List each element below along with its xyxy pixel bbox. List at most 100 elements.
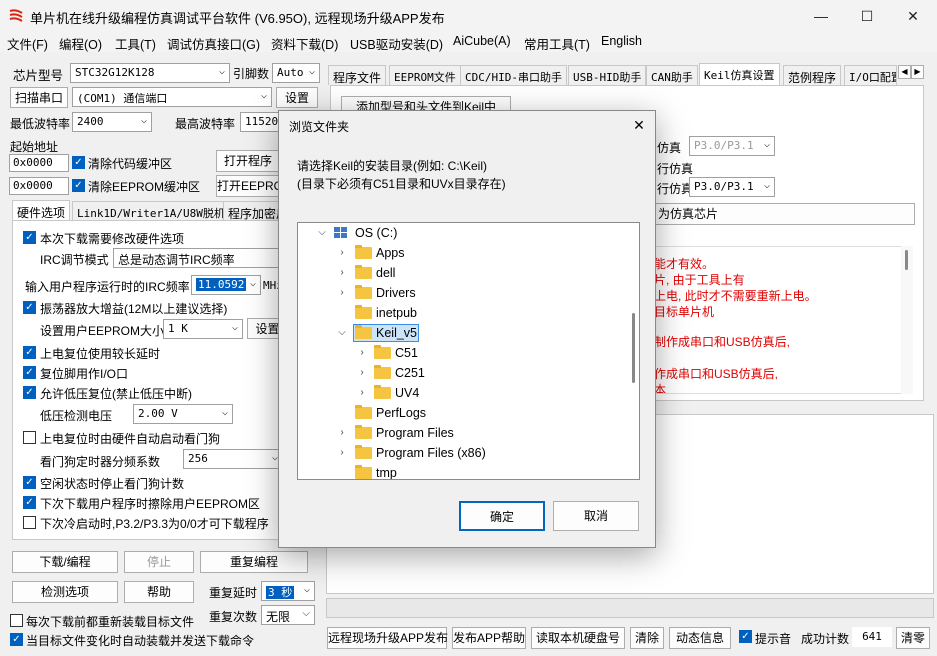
folder-tree[interactable]: ⌵ OS (C:) › Apps › dell › Drivers inetpu… [297,222,640,480]
publish-help-button[interactable]: 发布APP帮助 [452,627,526,649]
scan-port-button[interactable]: 扫描串口 [10,87,68,108]
clear-code-checkbox[interactable]: ✓ [72,156,85,169]
remote-publish-button[interactable]: 远程现场升级APP发布 [327,627,448,649]
tree-node-folder[interactable]: › dell [298,263,628,283]
osc-gain-checkbox[interactable]: ✓ [23,301,36,314]
reset-pin-io-checkbox[interactable]: ✓ [23,366,36,379]
dynamic-info-button[interactable]: 动态信息 [669,627,731,649]
reset-count-button[interactable]: 清零 [896,627,930,649]
repeat-program-button[interactable]: 重复编程 [200,551,308,573]
erase-eeprom-checkbox[interactable]: ✓ [23,496,36,509]
ok-button[interactable]: 确定 [459,501,545,531]
tab-scroll-right-icon[interactable]: ▶ [911,65,924,79]
clear-code-label: 清除代码缓冲区 [88,157,173,171]
open-eeprom-button[interactable]: 打开EEPRO [216,175,283,197]
tree-node-folder[interactable]: › Program Files [298,423,628,443]
close-button[interactable]: ✕ [890,0,936,32]
maximize-button[interactable]: ☐ [844,0,890,32]
long-reset-checkbox[interactable]: ✓ [23,346,36,359]
tab-examples[interactable]: 范例程序 [783,65,842,85]
minimize-button[interactable]: — [798,0,844,32]
tab-usb-hid[interactable]: USB-HID助手 [568,65,647,85]
tree-label: Program Files (x86) [376,446,486,460]
notes-scrollbar[interactable] [901,246,913,394]
tree-node-folder[interactable]: tmp [298,463,628,479]
port-select[interactable]: (COM1) 通信端口 ⌵ [72,87,272,107]
wdt-div-select[interactable]: 256 ⌵ [183,449,283,469]
note-line: 作成串口和USB仿真后, [654,367,779,381]
set-sim-chip-button[interactable]: 为仿真芯片 [653,203,915,225]
tree-node-folder[interactable]: › Drivers [298,283,628,303]
max-baud-select[interactable]: 11520 [240,112,280,132]
port-settings-button[interactable]: 设置 [276,87,318,108]
tab-eeprom-file[interactable]: EEPROM文件 [389,65,461,85]
tree-node-folder[interactable]: › Apps [298,243,628,263]
modify-hw-checkbox[interactable]: ✓ [23,231,36,244]
lvd-voltage-select[interactable]: 2.00 V ⌵ [133,404,233,424]
scrollbar-thumb[interactable] [905,250,908,270]
tab-link1d[interactable]: Link1D/Writer1A/U8W脱机 [72,201,230,221]
tree-node-folder[interactable]: › Program Files (x86) [298,443,628,463]
clear-eeprom-checkbox[interactable]: ✓ [72,179,85,192]
menu-downloads[interactable]: 资料下载(D) [271,34,338,53]
sim-port-select-1[interactable]: P3.0/P3.1 ⌵ [689,136,775,156]
tree-node-folder[interactable]: › C251 [298,363,628,383]
tab-cdc-hid-serial[interactable]: CDC/HID-串口助手 [460,65,567,85]
open-program-button[interactable]: 打开程序 [216,150,280,172]
auto-reload-checkbox[interactable]: ✓ [10,633,23,646]
menu-debug-interface[interactable]: 调试仿真接口(G) [167,34,260,53]
eeprom-start-address[interactable]: 0x0000 [9,177,69,195]
tree-node-drive[interactable]: ⌵ OS (C:) [298,223,628,243]
tree-node-folder[interactable]: inetpub [298,303,628,323]
folder-icon [355,445,372,459]
menu-program[interactable]: 编程(O) [59,34,102,53]
min-baud-select[interactable]: 2400 ⌵ [72,112,152,132]
chip-select[interactable]: STC32G12K128 ⌵ [70,63,230,83]
irc-adjust-select[interactable]: 总是动态调节IRC频率 [113,248,291,268]
dialog-close-icon[interactable]: ✕ [627,115,651,135]
sim-port-select-3[interactable]: P3.0/P3.1 ⌵ [689,177,775,197]
stop-button[interactable]: 停止 [124,551,194,573]
repeat-count-select[interactable]: 无限 ⌵ [261,605,315,625]
menu-common-tools[interactable]: 常用工具(T) [524,34,590,53]
tree-node-folder-selected[interactable]: ⌵ Keil_v5 [298,323,628,343]
tab-program-file[interactable]: 程序文件 [328,65,387,85]
tab-scroll-left-icon[interactable]: ◀ [898,65,911,79]
repeat-delay-select[interactable]: 3 秒 ⌵ [261,581,315,601]
menu-english[interactable]: English [601,34,642,48]
read-disk-button[interactable]: 读取本机硬盘号 [531,627,625,649]
tree-node-folder[interactable]: › UV4 [298,383,628,403]
menu-file[interactable]: 文件(F) [7,34,48,53]
reload-each-checkbox[interactable] [10,614,23,627]
tab-encryption[interactable]: 程序加密后 [223,201,283,221]
tree-node-folder[interactable]: PerfLogs [298,403,628,423]
tree-scrollbar[interactable] [628,223,639,479]
menu-aicube[interactable]: AiCube(A) [453,34,511,48]
tab-can[interactable]: CAN助手 [646,65,698,85]
idle-stop-wdt-checkbox[interactable]: ✓ [23,476,36,489]
lvd-reset-checkbox[interactable]: ✓ [23,386,36,399]
help-button[interactable]: 帮助 [124,581,194,603]
scrollbar-thumb[interactable] [632,313,635,383]
beep-checkbox[interactable]: ✓ [739,630,752,643]
expanded-arrow-icon: ⌵ [338,327,346,338]
tab-io-config[interactable]: I/O口配置 [844,65,897,85]
pin-select[interactable]: Auto ⌵ [272,63,320,83]
tab-hardware-options[interactable]: 硬件选项 [12,200,71,220]
irc-freq-select[interactable]: 11.0592 ⌵ [191,275,261,295]
wdt-auto-checkbox[interactable] [23,431,36,444]
note-line: 制作成串口和USB仿真后, [654,335,791,349]
menu-usb-driver[interactable]: USB驱动安装(D) [350,34,443,53]
download-program-button[interactable]: 下载/编程 [12,551,118,573]
menu-tools[interactable]: 工具(T) [115,34,156,53]
p32-p33-checkbox[interactable] [23,516,36,529]
clear-log-button[interactable]: 清除 [630,627,664,649]
tree-node-folder[interactable]: › C51 [298,343,628,363]
tab-keil-sim[interactable]: Keil仿真设置 [699,63,780,85]
cancel-button[interactable]: 取消 [553,501,639,531]
note-line: 上电, 此时才不需要重新上电。 [654,289,817,303]
detect-options-button[interactable]: 检测选项 [12,581,118,603]
erase-eeprom-label: 下次下载用户程序时擦除用户EEPROM区 [40,497,261,511]
eeprom-size-select[interactable]: 1 K ⌵ [163,319,243,339]
code-start-address[interactable]: 0x0000 [9,154,69,172]
